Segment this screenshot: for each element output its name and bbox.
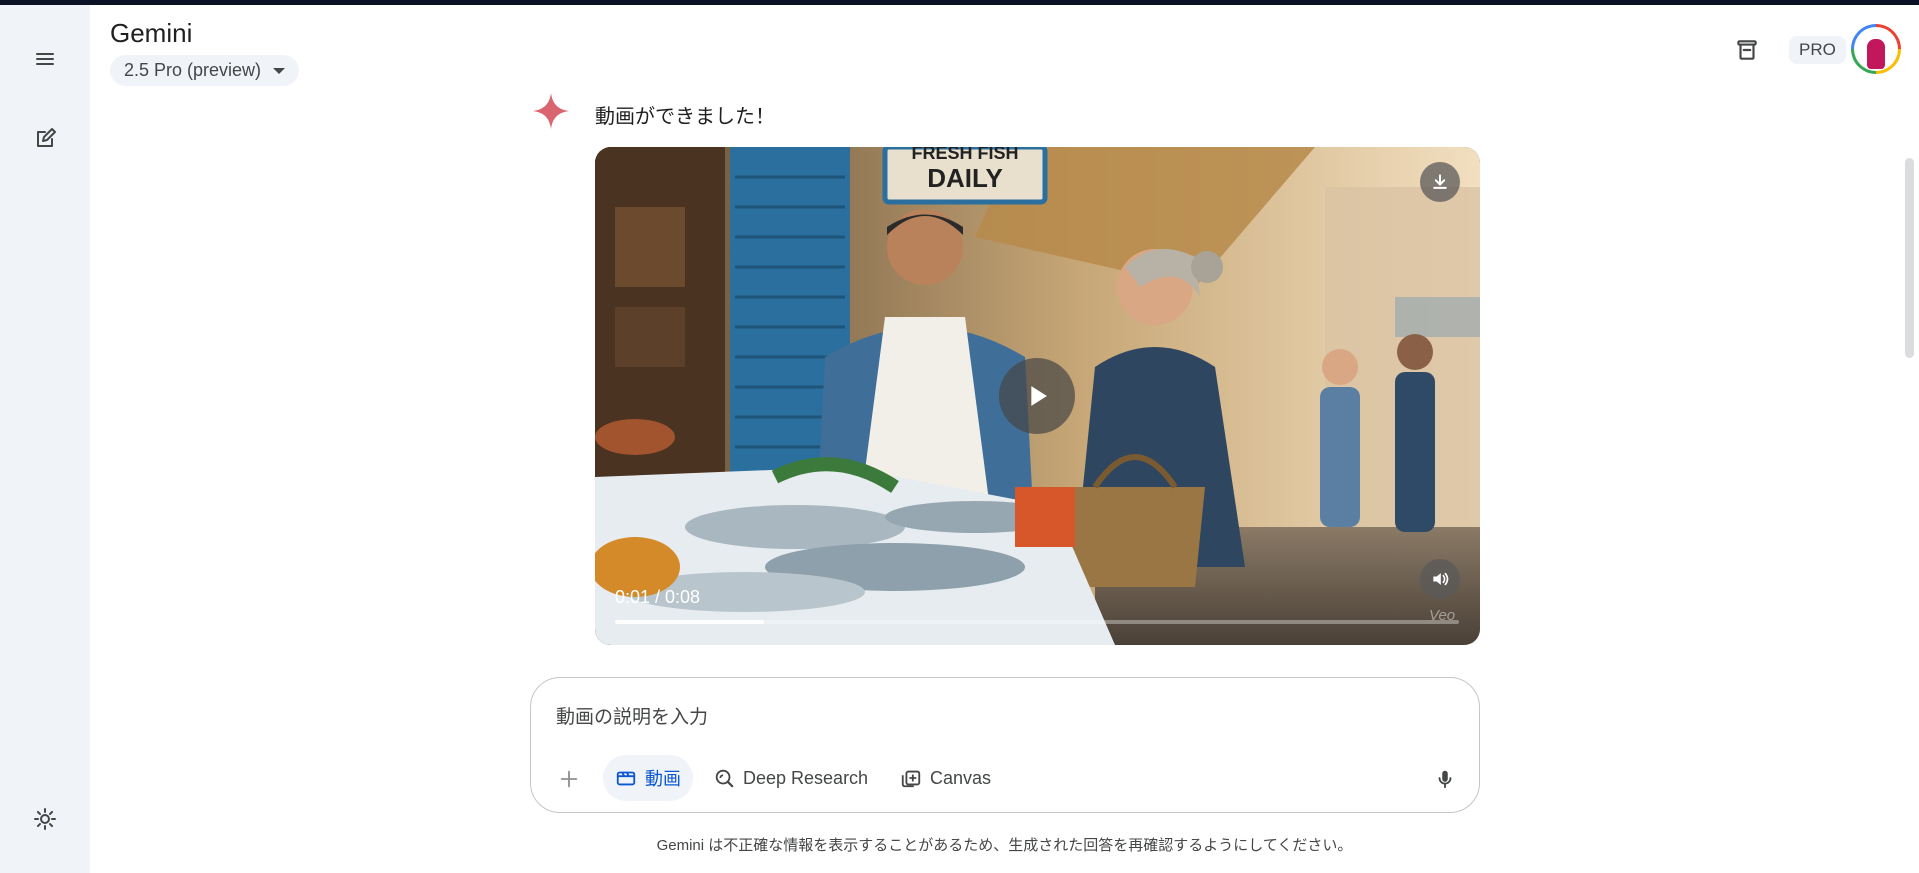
sign-top-text: FRESH FISH	[911, 147, 1018, 163]
tool-video-chip[interactable]: 動画	[603, 755, 693, 801]
menu-icon	[36, 53, 54, 65]
scrollbar-thumb[interactable]	[1905, 158, 1914, 358]
delete-chat-icon	[1737, 40, 1757, 60]
response-text: 動画ができました！	[595, 106, 775, 128]
prompt-box: 動画の説明を入力 動画 Deep Research Canvas	[530, 677, 1480, 813]
top-edge-bar	[0, 0, 1919, 5]
play-icon	[1031, 386, 1047, 406]
video-icon	[616, 771, 636, 786]
download-icon	[1433, 174, 1447, 189]
video-progress-bar[interactable]	[615, 620, 1459, 624]
tool-canvas-chip[interactable]: Canvas	[888, 755, 1003, 801]
tool-deep-research-chip[interactable]: Deep Research	[701, 755, 880, 801]
play-button[interactable]	[999, 358, 1075, 434]
menu-button[interactable]	[25, 39, 65, 79]
add-button[interactable]	[553, 763, 585, 795]
model-label: 2.5 Pro (preview)	[124, 60, 262, 80]
volume-icon	[1433, 572, 1449, 586]
tool-deep-research-label: Deep Research	[743, 767, 869, 788]
volume-button[interactable]	[1420, 559, 1460, 599]
prompt-input[interactable]: 動画の説明を入力	[556, 702, 708, 729]
disclaimer-text: Gemini は不正確な情報を表示することがあるため、生成された回答を再確認する…	[656, 837, 1353, 854]
plus-icon	[560, 770, 578, 788]
avatar[interactable]	[1851, 24, 1901, 74]
new-chat-button[interactable]	[25, 119, 65, 159]
app-title: Gemini	[110, 18, 193, 48]
veo-watermark: Veo	[1429, 607, 1456, 624]
sign-text: DAILY	[927, 163, 1003, 193]
settings-icon	[34, 808, 56, 830]
video-time: 0:01 / 0:08	[615, 587, 701, 607]
caret-down-icon	[273, 67, 286, 74]
settings-button[interactable]	[25, 799, 65, 839]
video-player[interactable]: FRESH FISH DAILY 0:01 / 0:08 Veo	[595, 147, 1480, 645]
tool-canvas-label: Canvas	[930, 767, 992, 788]
canvas-icon	[901, 770, 921, 788]
microphone-icon	[1438, 770, 1452, 789]
microphone-button[interactable]	[1428, 762, 1462, 796]
video-progress-fill	[615, 620, 765, 624]
gemini-spark-icon	[533, 93, 569, 129]
pro-badge: PRO	[1789, 36, 1846, 64]
model-selector[interactable]: 2.5 Pro (preview)	[110, 55, 300, 86]
edit-icon	[37, 128, 56, 147]
tool-video-label: 動画	[645, 769, 681, 789]
delete-chat-button[interactable]	[1727, 30, 1767, 70]
deep-research-icon	[715, 769, 734, 788]
sidebar	[0, 5, 90, 873]
download-button[interactable]	[1420, 162, 1460, 202]
